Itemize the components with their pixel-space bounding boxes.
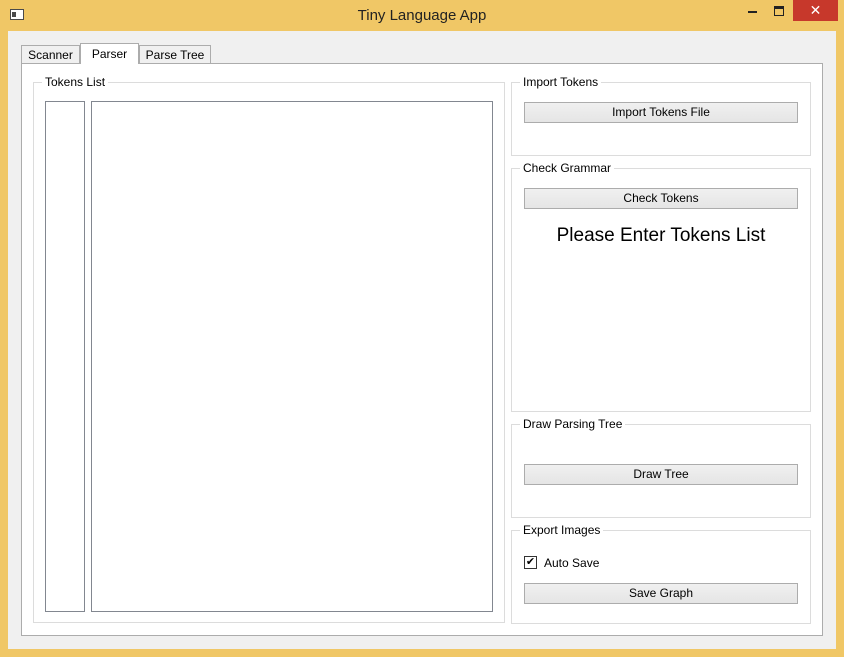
tab-scanner[interactable]: Scanner	[21, 45, 80, 63]
parser-tab-panel: Tokens List Import Tokens Import Tokens …	[21, 63, 823, 636]
maximize-icon	[773, 5, 784, 16]
tokens-list-group: Tokens List	[33, 75, 505, 623]
draw-parsing-tree-group-label: Draw Parsing Tree	[520, 417, 626, 431]
draw-parsing-tree-group: Draw Parsing Tree Draw Tree	[511, 417, 811, 518]
auto-save-checkbox[interactable]: ✔	[524, 556, 537, 569]
check-tokens-button[interactable]: Check Tokens	[524, 188, 798, 209]
tokens-list-box[interactable]	[91, 101, 493, 612]
maximize-button[interactable]	[765, 0, 792, 21]
tab-parser[interactable]: Parser	[80, 43, 139, 64]
close-button[interactable]: ✕	[793, 0, 838, 21]
import-tokens-group: Import Tokens Import Tokens File	[511, 75, 811, 156]
window-title: Tiny Language App	[357, 7, 487, 24]
minimize-button[interactable]	[739, 0, 765, 21]
check-grammar-group-label: Check Grammar	[520, 161, 615, 175]
line-numbers-list[interactable]	[45, 101, 85, 612]
check-grammar-group: Check Grammar Check Tokens Please Enter …	[511, 161, 811, 412]
import-tokens-file-button[interactable]: Import Tokens File	[524, 102, 798, 123]
minimize-icon	[747, 10, 757, 13]
draw-tree-button[interactable]: Draw Tree	[524, 464, 798, 485]
export-images-group-label: Export Images	[520, 523, 604, 537]
title-bar[interactable]: Tiny Language App ✕	[0, 0, 844, 31]
close-icon: ✕	[809, 2, 822, 18]
tokens-list-group-label: Tokens List	[42, 75, 109, 89]
save-graph-button[interactable]: Save Graph	[524, 583, 798, 604]
tab-parse-tree[interactable]: Parse Tree	[139, 45, 211, 63]
grammar-status-message: Please Enter Tokens List	[556, 225, 766, 246]
app-window: Tiny Language App ✕ Scanner Parser Parse…	[0, 0, 844, 657]
client-area: Scanner Parser Parse Tree Tokens List Im…	[8, 31, 836, 649]
import-tokens-group-label: Import Tokens	[520, 75, 602, 89]
auto-save-label[interactable]: Auto Save	[544, 556, 599, 570]
export-images-group: Export Images ✔ Auto Save Save Graph	[511, 523, 811, 624]
